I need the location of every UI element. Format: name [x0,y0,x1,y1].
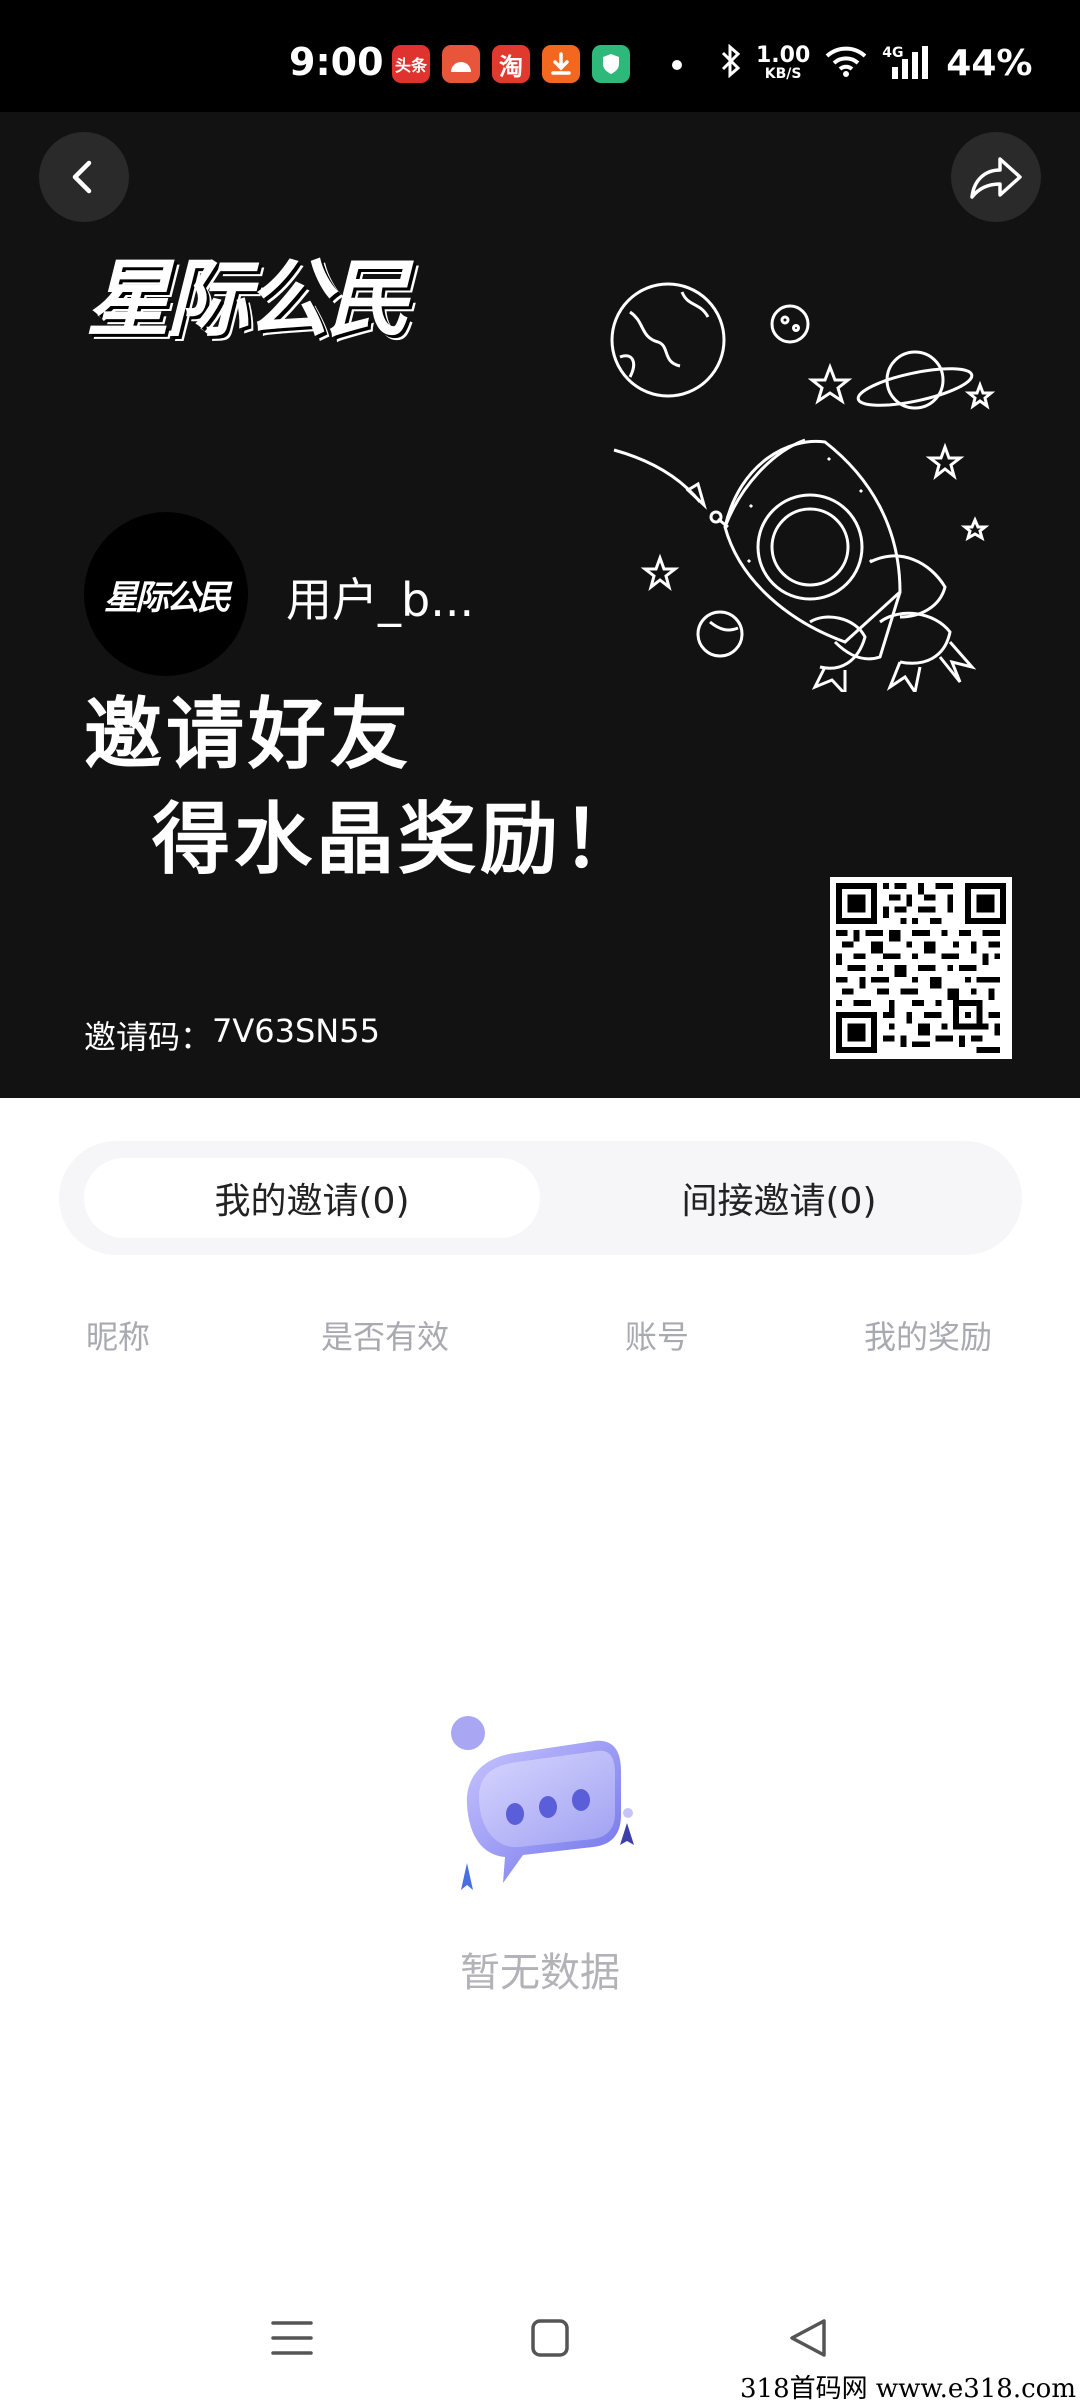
battery-level: 44% [946,42,1033,84]
user-avatar: 星际公民 [84,512,248,676]
brand-logo: 星际公民 [86,250,410,348]
invite-qr-code [830,877,1012,1059]
empty-state-text: 暂无数据 [460,1950,620,1996]
network-speed: 1.00 KB/S [756,43,811,82]
invite-code-value: 7V63SN55 [212,1012,380,1050]
bluetooth-icon [720,43,742,82]
tab-my-invites[interactable]: 我的邀请(0) [84,1158,540,1238]
invite-tabs: 我的邀请(0) 间接邀请(0) [59,1141,1022,1255]
empty-message-illustration [451,1716,634,1890]
system-indicators: 1.00 KB/S 4G 44% [720,40,1032,86]
back-button[interactable] [39,132,129,222]
security-icon [592,45,630,83]
tab-indirect-invites[interactable]: 间接邀请(0) [559,1158,999,1238]
invite-poster: 星际公民 星际公民 用户_b... 邀请好友 得水晶奖励！ 邀请码： 7V63S… [0,112,1080,1098]
column-header-reward: 我的奖励 [864,1318,993,1356]
wifi-icon [824,45,868,81]
notification-icons: 头条 淘 [392,45,630,83]
share-button[interactable] [951,132,1041,222]
menu-icon [271,2321,313,2355]
chevron-left-icon [72,160,92,194]
weather-icon [442,45,480,83]
more-notifications-dot [672,60,682,70]
column-header-valid: 是否有效 [321,1318,450,1356]
invite-code-label: 邀请码： [84,1018,213,1056]
download-icon [542,45,580,83]
watermark: 318首码网 www.e318.com [740,2374,1076,2400]
username: 用户_b... [286,573,475,627]
share-arrow-icon [970,157,1022,199]
toutiao-icon: 头条 [392,45,430,83]
rocket-illustration [610,282,996,692]
avatar-logo-text: 星际公民 [104,577,231,618]
triangle-back-icon [790,2319,826,2357]
status-bar: 9:00 头条 淘 1.00 KB/S 4G 44% [0,0,1080,112]
invite-code: 邀请码： 7V63SN55 [84,1012,380,1058]
menu-button[interactable] [262,2308,322,2368]
column-header-nickname: 昵称 [86,1318,151,1356]
cellular-signal-icon: 4G [882,45,929,81]
nav-back-button[interactable] [778,2308,838,2368]
headline-line-2: 得水晶奖励！ [152,795,645,885]
headline-line-1: 邀请好友 [84,690,413,780]
home-square-icon [531,2319,569,2357]
home-button[interactable] [520,2308,580,2368]
column-header-account: 账号 [625,1318,690,1356]
taobao-icon: 淘 [492,45,530,83]
status-time: 9:00 [289,40,384,84]
